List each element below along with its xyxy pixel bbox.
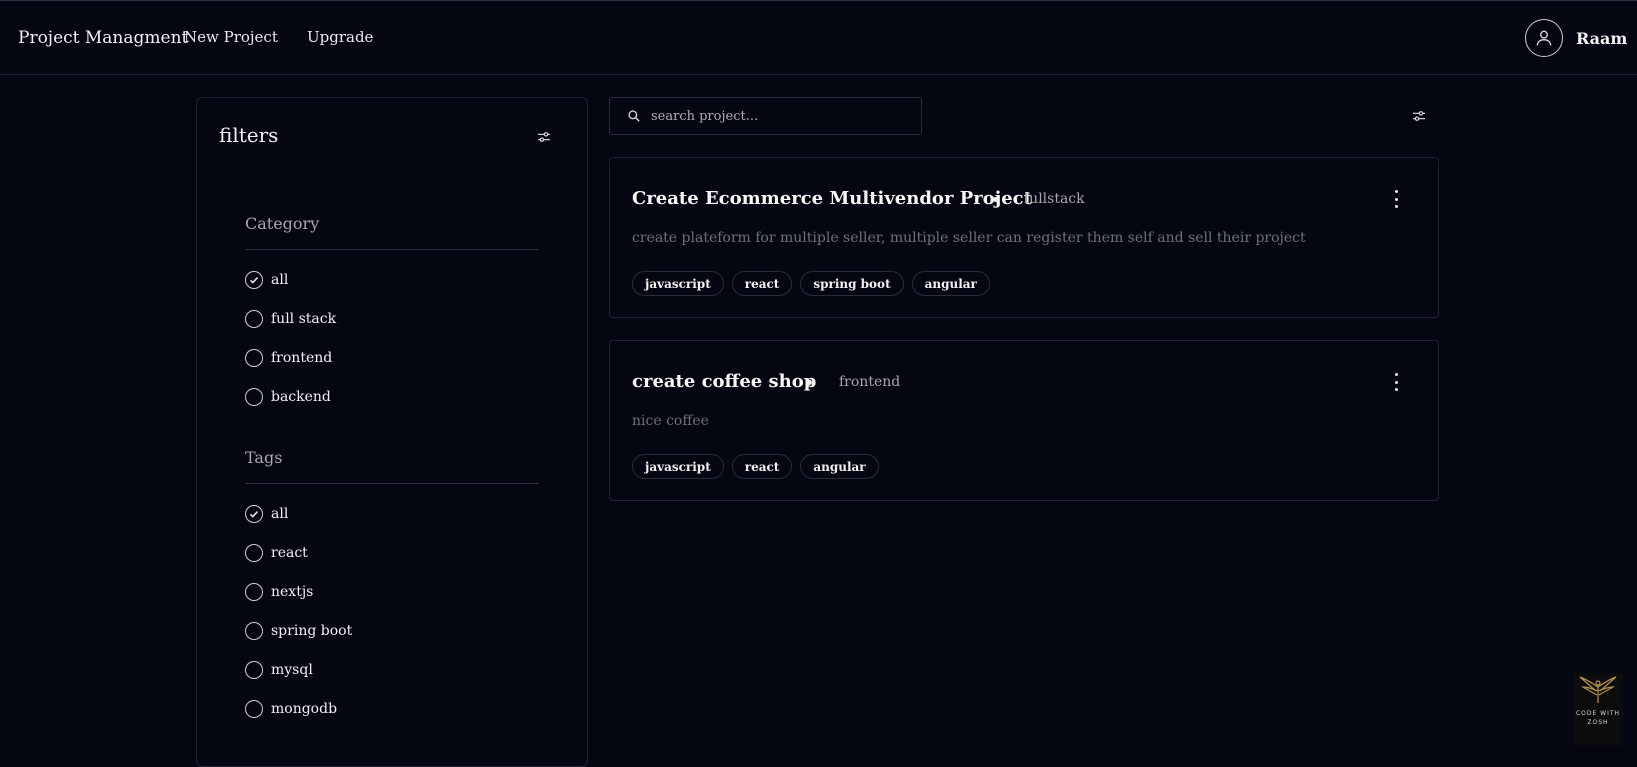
- category-option-backend[interactable]: backend: [245, 386, 331, 408]
- radio-checked[interactable]: [245, 271, 263, 289]
- username[interactable]: Raam: [1576, 29, 1627, 48]
- option-label: all: [271, 506, 289, 522]
- option-label: full stack: [271, 311, 337, 327]
- watermark-line-1: CODE WITH: [1575, 710, 1621, 717]
- option-label: frontend: [271, 350, 333, 366]
- tag-chip[interactable]: react: [731, 454, 793, 479]
- separator-dot: [807, 380, 812, 385]
- sliders-icon[interactable]: [536, 129, 552, 149]
- tag-chip[interactable]: react: [731, 271, 793, 296]
- radio-unchecked[interactable]: [245, 388, 263, 406]
- project-tags: javascript react spring boot angular: [632, 271, 990, 296]
- tag-option-mysql[interactable]: mysql: [245, 659, 313, 681]
- radio-unchecked[interactable]: [245, 622, 263, 640]
- radio-unchecked[interactable]: [245, 700, 263, 718]
- radio-unchecked[interactable]: [245, 544, 263, 562]
- tag-option-spring-boot[interactable]: spring boot: [245, 620, 352, 642]
- option-label: backend: [271, 389, 331, 405]
- option-label: nextjs: [271, 584, 314, 600]
- tags-heading: Tags: [245, 448, 283, 467]
- filters-panel: filters Category all full stack frontend…: [196, 97, 588, 767]
- top-navbar: Project Managment New Project Upgrade Ra…: [0, 0, 1637, 75]
- project-card[interactable]: Create Ecommerce Multivendor Project ful…: [609, 157, 1439, 318]
- tag-option-all[interactable]: all: [245, 503, 288, 525]
- project-category: frontend: [839, 374, 901, 390]
- category-option-frontend[interactable]: frontend: [245, 347, 332, 369]
- tag-chip[interactable]: javascript: [632, 454, 724, 479]
- watermark-logo: CODE WITH ZOSH: [1573, 673, 1623, 745]
- tag-option-react[interactable]: react: [245, 542, 308, 564]
- radio-unchecked[interactable]: [245, 349, 263, 367]
- radio-unchecked[interactable]: [245, 583, 263, 601]
- project-description: nice coffee: [632, 413, 709, 429]
- tag-chip[interactable]: angular: [800, 454, 879, 479]
- option-label: react: [271, 545, 308, 561]
- more-options-icon[interactable]: [1393, 190, 1399, 208]
- option-label: mongodb: [271, 701, 338, 717]
- option-label: mysql: [271, 662, 313, 678]
- category-option-all[interactable]: all: [245, 269, 288, 291]
- project-card[interactable]: create coffee shop frontend nice coffee …: [609, 340, 1439, 501]
- search-box: [609, 97, 922, 135]
- category-heading: Category: [245, 214, 320, 233]
- option-label: spring boot: [271, 623, 353, 639]
- tag-option-mongodb[interactable]: mongodb: [245, 698, 337, 720]
- filters-title: filters: [219, 123, 279, 147]
- separator-dot: [993, 197, 998, 202]
- tag-chip[interactable]: angular: [911, 271, 990, 296]
- upgrade-link[interactable]: Upgrade: [307, 28, 373, 46]
- category-divider: [245, 249, 539, 250]
- category-option-full-stack[interactable]: full stack: [245, 308, 336, 330]
- avatar-button[interactable]: [1525, 19, 1563, 57]
- project-title[interactable]: Create Ecommerce Multivendor Project: [632, 188, 1032, 209]
- option-label: all: [271, 272, 289, 288]
- brand-title[interactable]: Project Managment: [18, 28, 188, 48]
- tags-divider: [245, 483, 539, 484]
- phoenix-logo-icon: [1579, 676, 1617, 703]
- project-description: create plateform for multiple seller, mu…: [632, 230, 1306, 246]
- more-options-icon[interactable]: [1393, 373, 1399, 391]
- project-tags: javascript react angular: [632, 454, 879, 479]
- radio-unchecked[interactable]: [245, 310, 263, 328]
- search-icon: [628, 110, 640, 122]
- project-category: fullstack: [1024, 191, 1085, 207]
- tag-chip[interactable]: javascript: [632, 271, 724, 296]
- radio-checked[interactable]: [245, 505, 263, 523]
- sliders-icon[interactable]: [1411, 108, 1427, 128]
- radio-unchecked[interactable]: [245, 661, 263, 679]
- new-project-link[interactable]: New Project: [184, 28, 278, 46]
- project-title[interactable]: create coffee shop: [632, 371, 816, 392]
- tag-option-nextjs[interactable]: nextjs: [245, 581, 313, 603]
- tag-chip[interactable]: spring boot: [800, 271, 904, 296]
- user-icon: [1536, 30, 1552, 46]
- search-input[interactable]: [649, 107, 909, 125]
- watermark-line-2: ZOSH: [1587, 719, 1609, 726]
